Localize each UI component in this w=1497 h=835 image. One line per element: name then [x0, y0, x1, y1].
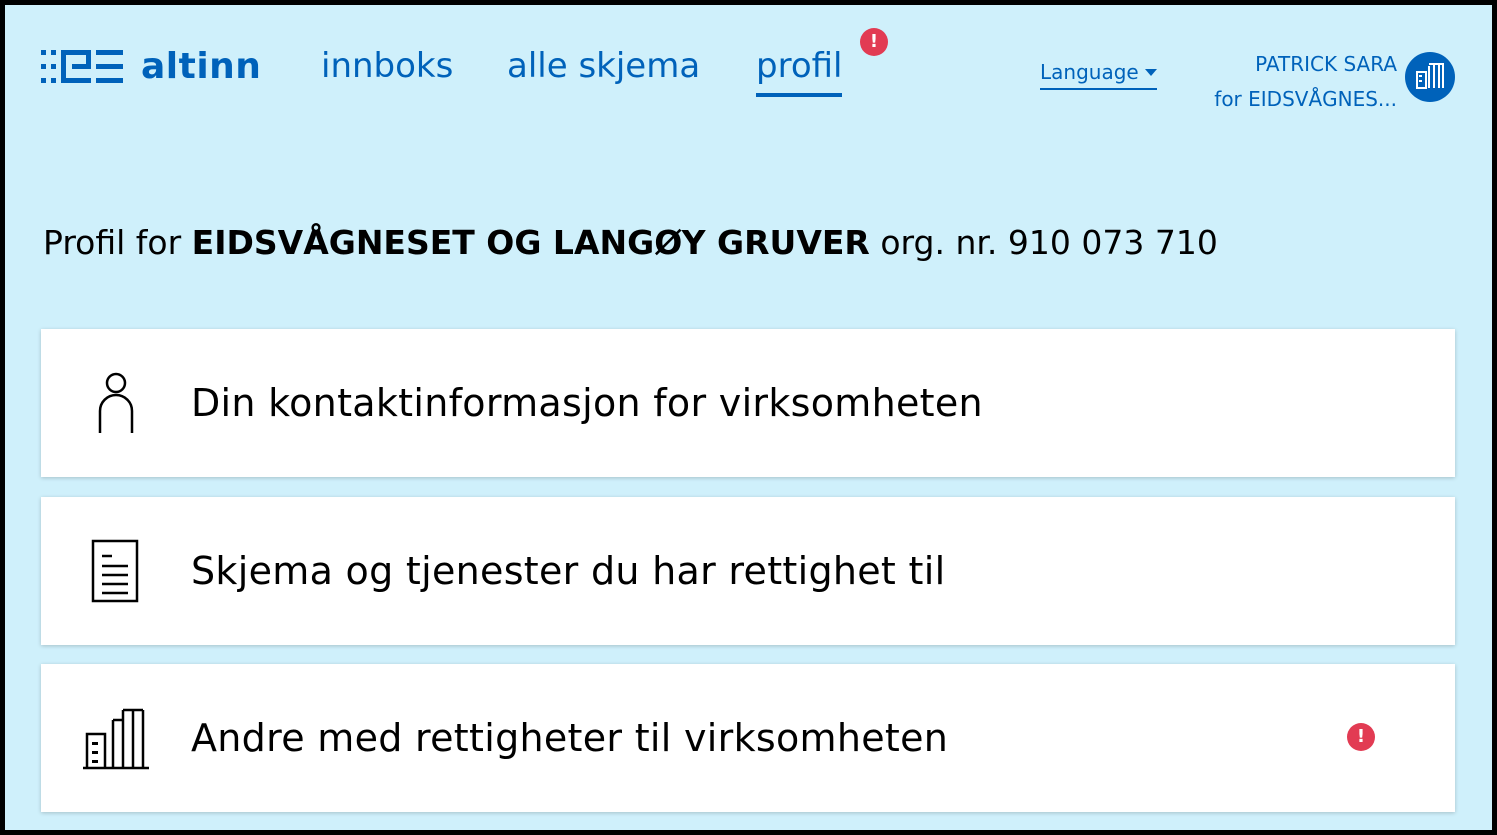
card-label: Skjema og tjenester du har rettighet til [191, 549, 946, 593]
altinn-logo-icon [41, 50, 123, 84]
others-with-rights-card[interactable]: Andre med rettigheter til virksomheten ! [41, 664, 1455, 812]
logo-text: altinn [141, 46, 262, 87]
org-name: EIDSVÅGNESET OG LANGØY GRUVER [191, 223, 870, 262]
card-label: Andre med rettigheter til virksomheten [191, 716, 949, 760]
heading-prefix: Profil for [43, 223, 182, 262]
document-icon [81, 538, 151, 604]
nav-all-forms-link[interactable]: alle skjema [507, 49, 700, 83]
person-icon [81, 371, 151, 435]
chevron-down-icon [1144, 68, 1157, 76]
language-label: Language [1040, 60, 1139, 84]
forms-services-card[interactable]: Skjema og tjenester du har rettighet til [41, 497, 1455, 645]
org-avatar[interactable] [1405, 52, 1455, 102]
card-label: Din kontaktinformasjon for virksomheten [191, 381, 983, 425]
building-icon [81, 706, 151, 770]
user-name: PATRICK SARA [1255, 52, 1397, 76]
language-dropdown[interactable]: Language [1040, 60, 1157, 90]
nav-profile-link[interactable]: profil [756, 49, 843, 97]
org-number: org. nr. 910 073 710 [880, 223, 1218, 262]
contact-info-card[interactable]: Din kontaktinformasjon for virksomheten [41, 329, 1455, 477]
profile-alert-icon: ! [860, 28, 888, 56]
altinn-logo-link[interactable]: altinn [41, 49, 261, 85]
user-menu[interactable]: PATRICK SARA for EIDSVÅGNES... [1214, 47, 1397, 117]
nav-inbox-link[interactable]: innboks [321, 49, 453, 83]
page-title: Profil for EIDSVÅGNESET OG LANGØY GRUVER… [43, 223, 1218, 263]
user-org: for EIDSVÅGNES... [1214, 87, 1397, 111]
building-avatar-icon [1415, 60, 1445, 94]
alert-icon: ! [1347, 723, 1375, 751]
page: altinn innboks alle skjema profil ! Lang… [5, 5, 1492, 830]
